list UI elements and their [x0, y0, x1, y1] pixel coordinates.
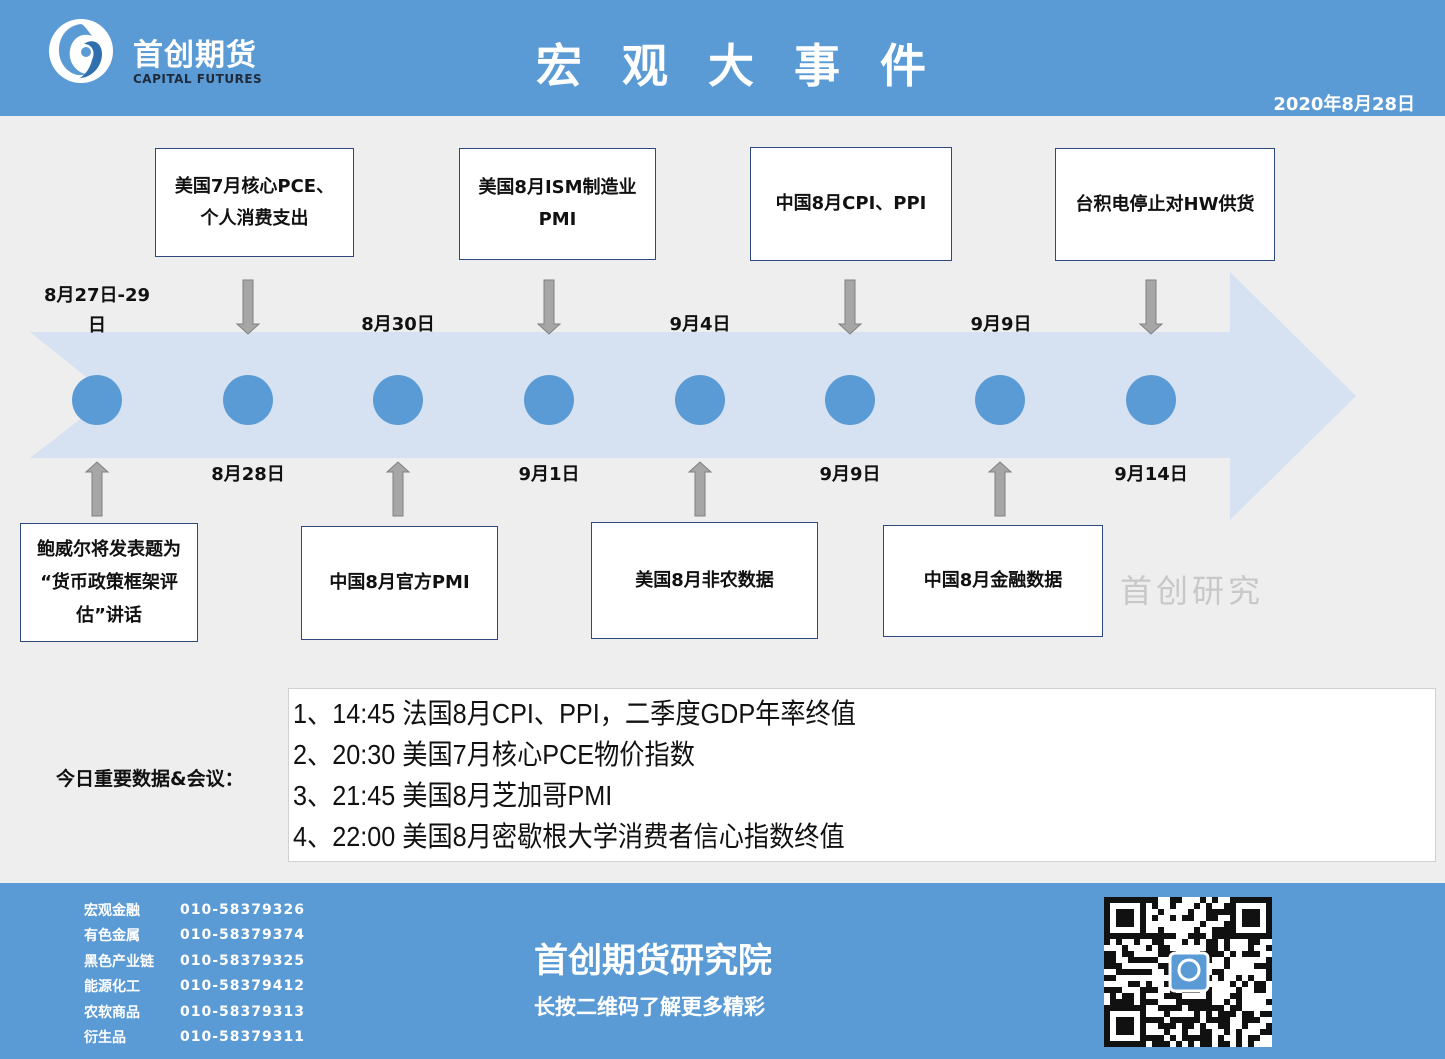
timeline-date-label: 9月14日	[1114, 464, 1188, 485]
agenda-item: 4、22:00 美国8月密歇根大学消费者信心指数终值	[293, 821, 845, 852]
contact-phone: 010-58379412	[180, 978, 305, 995]
timeline-date-label: 8月30日	[361, 314, 435, 335]
contact-row: 农软商品 010-58379313	[84, 999, 305, 1025]
up-arrow-icon	[687, 461, 713, 517]
watermark-text: 首创研究	[1120, 572, 1265, 610]
up-arrow-icon	[385, 461, 411, 517]
header-bar: 首创期货 CAPITAL FUTURES 宏 观 大 事 件 2020年8月28…	[0, 0, 1445, 116]
down-arrow-icon	[235, 279, 261, 335]
contact-department: 能源化工	[84, 979, 140, 996]
contact-phone: 010-58379311	[180, 1029, 305, 1046]
contact-department: 黑色产业链	[84, 953, 154, 970]
report-date: 2020年8月28日	[1273, 94, 1415, 115]
event-box: 美国8月ISM制造业 PMI	[459, 148, 656, 260]
event-box: 美国8月非农数据	[591, 522, 818, 639]
timeline-date-label: 9月1日	[518, 464, 580, 485]
contact-department: 衍生品	[84, 1030, 126, 1047]
up-arrow-icon	[84, 461, 110, 517]
logo-chinese-name: 首创期货	[133, 38, 257, 73]
contact-row: 衍生品 010-58379311	[84, 1025, 305, 1051]
contact-list: 宏观金融 010-58379326 有色金属 010-58379374 黑色产业…	[84, 897, 305, 1050]
page-title: 宏 观 大 事 件	[536, 39, 939, 93]
timeline-dot	[675, 375, 725, 425]
footer-bar: 宏观金融 010-58379326 有色金属 010-58379374 黑色产业…	[0, 883, 1445, 1059]
timeline-dot	[223, 375, 273, 425]
today-agenda-box: 1、14:45 法国8月CPI、PPI，二季度GDP年率终值 2、20:30 美…	[288, 688, 1436, 862]
qr-code-icon[interactable]	[1104, 897, 1272, 1047]
contact-row: 宏观金融 010-58379326	[84, 897, 305, 923]
down-arrow-icon	[1138, 279, 1164, 335]
contact-row: 能源化工 010-58379412	[84, 974, 305, 1000]
agenda-item: 2、20:30 美国7月核心PCE物价指数	[293, 739, 695, 770]
agenda-item: 3、21:45 美国8月芝加哥PMI	[293, 780, 613, 811]
timeline-dot	[975, 375, 1025, 425]
contact-department: 有色金属	[84, 928, 140, 945]
event-box: 台积电停止对HW供货	[1055, 148, 1275, 261]
agenda-item: 1、14:45 法国8月CPI、PPI，二季度GDP年率终值	[293, 698, 856, 729]
contact-department: 宏观金融	[84, 902, 140, 919]
timeline-dot	[373, 375, 423, 425]
timeline-date-label: 9月9日	[970, 314, 1032, 335]
contact-phone: 010-58379325	[180, 952, 305, 969]
contact-phone: 010-58379313	[180, 1003, 305, 1020]
event-box: 中国8月官方PMI	[301, 526, 498, 640]
down-arrow-icon	[536, 279, 562, 335]
down-arrow-icon	[837, 279, 863, 335]
footer-title: 首创期货研究院	[534, 941, 772, 981]
up-arrow-icon	[987, 461, 1013, 517]
today-section-label: 今日重要数据&会议：	[56, 768, 244, 790]
timeline-date-label: 9月9日	[819, 464, 881, 485]
contact-phone: 010-58379374	[180, 927, 305, 944]
event-box: 美国7月核心PCE、 个人消费支出	[155, 148, 354, 257]
event-box: 中国8月金融数据	[883, 525, 1103, 637]
logo-english-name: CAPITAL FUTURES	[133, 72, 263, 86]
timeline-date-label: 8月28日	[211, 464, 285, 485]
timeline-dot	[72, 375, 122, 425]
timeline-date-label: 9月4日	[669, 314, 731, 335]
contact-department: 农软商品	[84, 1004, 140, 1021]
timeline-dot	[1126, 375, 1176, 425]
timeline-dot	[524, 375, 574, 425]
event-box: 鲍威尔将发表题为 “货币政策框架评 估”讲话	[20, 523, 198, 642]
contact-row: 有色金属 010-58379374	[84, 923, 305, 949]
event-box: 中国8月CPI、PPI	[750, 147, 952, 261]
contact-row: 黑色产业链 010-58379325	[84, 948, 305, 974]
footer-subtitle: 长按二维码了解更多精彩	[534, 995, 765, 1019]
timeline-date-label: 8月27日-29 日	[43, 285, 151, 336]
contact-phone: 010-58379326	[180, 901, 305, 918]
timeline-dot	[825, 375, 875, 425]
capital-futures-logo-icon	[49, 19, 113, 83]
